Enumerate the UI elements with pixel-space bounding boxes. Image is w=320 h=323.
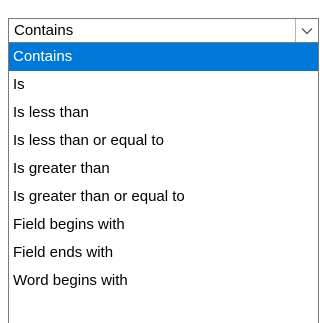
chevron-down-icon (301, 27, 313, 34)
condition-dropdown: Contains Contains Is Is less than Is les… (0, 0, 320, 323)
condition-combobox[interactable]: Contains (8, 18, 319, 43)
option-is-less-than[interactable]: Is less than (9, 99, 318, 127)
options-list: Contains Is Is less than Is less than or… (8, 43, 319, 323)
dropdown-toggle-button[interactable] (295, 19, 318, 42)
option-word-begins-with[interactable]: Word begins with (9, 267, 318, 295)
option-is[interactable]: Is (9, 71, 318, 99)
combobox-selected-value: Contains (14, 22, 74, 39)
option-field-ends-with[interactable]: Field ends with (9, 239, 318, 267)
option-field-begins-with[interactable]: Field begins with (9, 211, 318, 239)
option-contains[interactable]: Contains (9, 43, 318, 71)
option-is-greater-than[interactable]: Is greater than (9, 155, 318, 183)
option-is-less-than-or-equal-to[interactable]: Is less than or equal to (9, 127, 318, 155)
option-is-greater-than-or-equal-to[interactable]: Is greater than or equal to (9, 183, 318, 211)
